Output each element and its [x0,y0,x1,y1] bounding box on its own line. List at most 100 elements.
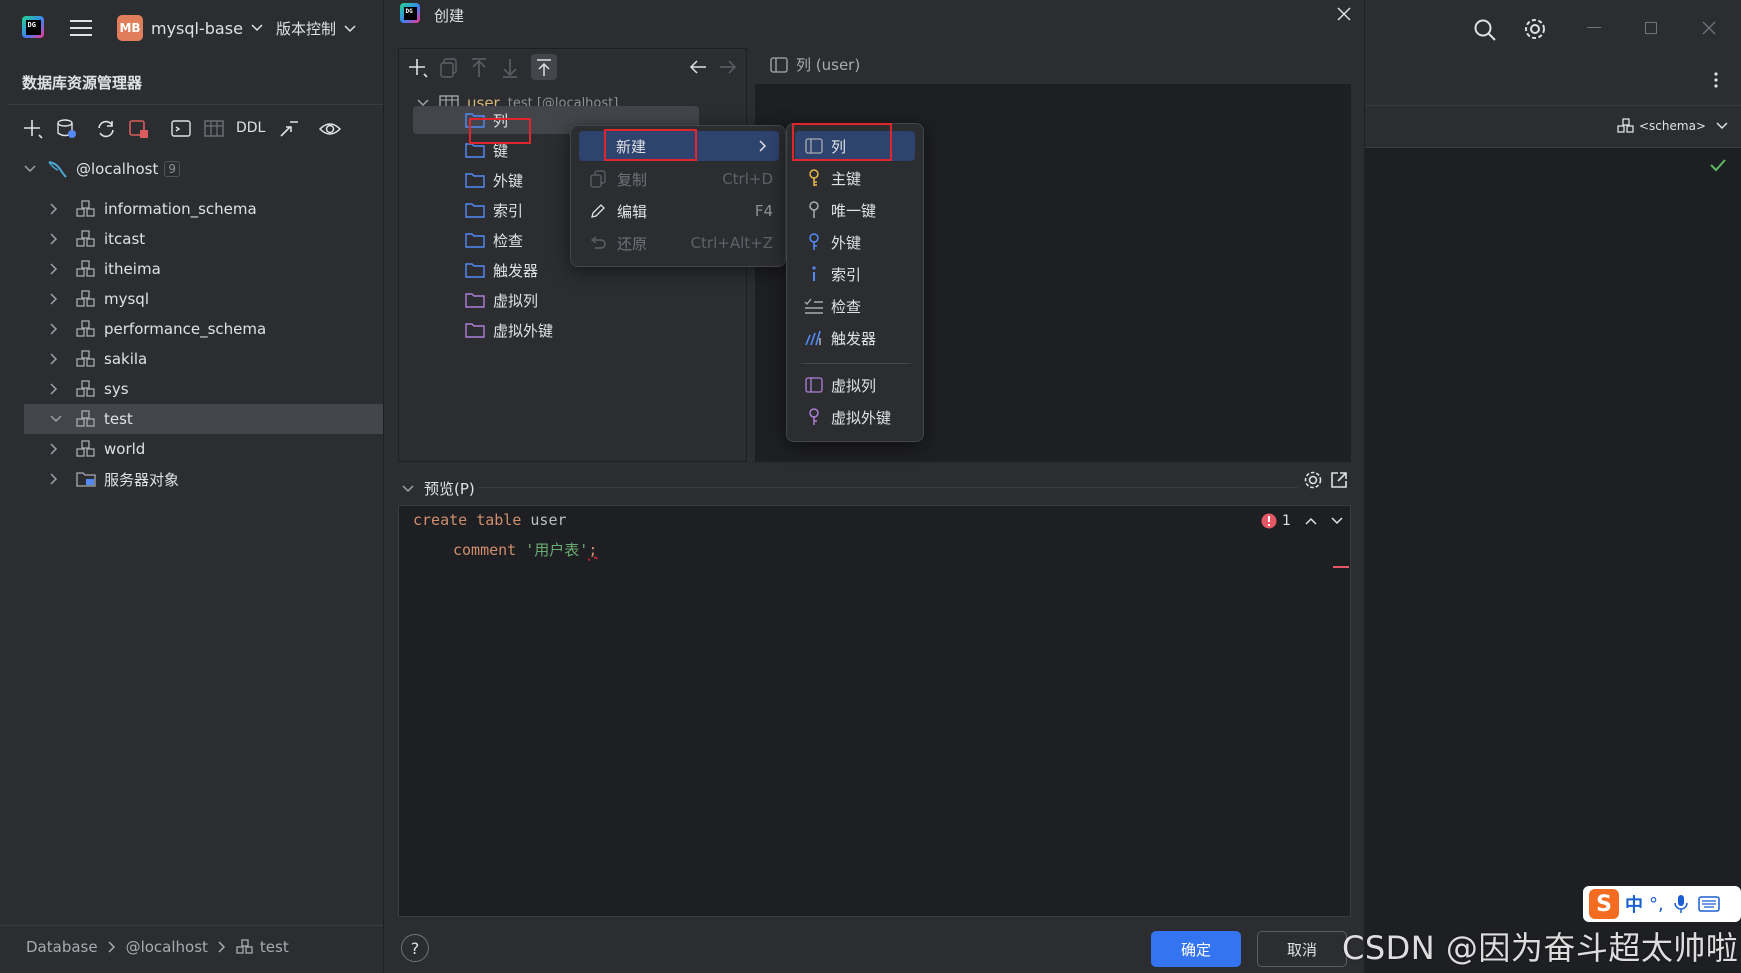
submenu-item-trigger[interactable]: 触发器 [795,323,915,353]
submenu-item-index[interactable]: 索引 [795,259,915,289]
schema-node[interactable]: sakila [24,344,147,374]
submenu-item-unique-key[interactable]: 唯一键 [795,195,915,225]
move-up-icon[interactable] [469,57,489,79]
folder-node[interactable]: 列 [465,106,508,134]
refresh-icon[interactable] [95,118,117,140]
search-icon[interactable] [1473,18,1497,42]
forward-arrow-icon[interactable] [719,59,737,75]
submenu-item-column[interactable]: 列 [795,131,915,161]
folder-icon [465,232,485,248]
submenu-item-primary-key[interactable]: 主键 [795,163,915,193]
menu-item-revert[interactable]: 还原 Ctrl+Alt+Z [579,228,779,258]
add-icon[interactable] [407,57,429,79]
ime-toolbar[interactable]: S 中 °, [1583,886,1741,922]
maximize-icon[interactable] [1645,22,1657,34]
chevron-down-icon[interactable] [1331,517,1343,525]
schema-node[interactable]: performance_schema [24,314,266,344]
microphone-icon[interactable] [1673,894,1688,914]
chevron-right-icon[interactable] [50,203,66,215]
chevron-right-icon[interactable] [50,353,66,365]
folder-node[interactable]: 虚拟列 [465,286,538,314]
back-arrow-icon[interactable] [689,59,707,75]
folder-node[interactable]: 索引 [465,196,523,224]
folder-label: 虚拟外键 [493,321,554,340]
breadcrumb-database[interactable]: Database [26,938,98,956]
ime-language[interactable]: 中 [1625,891,1643,917]
add-icon[interactable] [22,118,44,140]
sql-line-2: comment '用户表'; [453,539,597,560]
main-menu-icon[interactable] [70,18,92,38]
menu-item-new[interactable]: 新建 [579,131,779,161]
project-selector[interactable]: MB mysql-base [117,15,263,41]
chevron-right-icon[interactable] [50,293,66,305]
sql-keyword: create [413,511,468,529]
chevron-down-icon [24,165,36,173]
breadcrumb-connection[interactable]: @localhost [126,938,208,956]
datasource-properties-icon[interactable] [56,118,78,140]
preview-toggle[interactable]: 预览(P) [402,478,475,499]
schema-name: itcast [104,230,146,248]
schema-icon [76,350,96,368]
more-vertical-icon[interactable] [1714,72,1718,88]
project-badge: MB [117,15,143,41]
folder-node[interactable]: 检查 [465,226,523,254]
help-button[interactable]: ? [401,934,429,962]
connection-name: @localhost [76,160,159,178]
chevron-up-icon[interactable] [1305,517,1317,525]
folder-icon [465,172,485,188]
schema-node[interactable]: world [24,434,145,464]
disconnect-icon[interactable] [128,118,150,140]
connection-node[interactable]: @localhost 9 [24,154,180,184]
submenu-item-virtual-foreign-key[interactable]: 虚拟外键 [795,402,915,432]
chevron-right-icon[interactable] [50,473,66,485]
chevron-right-icon[interactable] [50,443,66,455]
cancel-button[interactable]: 取消 [1257,931,1347,967]
schema-node[interactable]: mysql [24,284,149,314]
schema-node[interactable]: itcast [24,224,145,254]
close-icon[interactable] [1337,7,1351,21]
folder-node[interactable]: 触发器 [465,256,538,284]
close-window-icon[interactable] [1702,21,1716,35]
ok-button[interactable]: 确定 [1151,931,1241,967]
submenu-item-check[interactable]: 检查 [795,291,915,321]
chevron-right-icon[interactable] [50,323,66,335]
console-icon[interactable] [170,118,192,140]
new-submenu: 列主键 唯一键 外键 索引 检查 触发器虚拟列 虚拟外键 [786,123,924,442]
jump-icon[interactable] [278,118,300,140]
schema-node[interactable]: 服务器对象 [24,464,179,494]
menu-item-copy[interactable]: 复制 Ctrl+D [579,164,779,194]
error-indicator[interactable]: 1 [1261,513,1343,529]
chevron-right-icon[interactable] [50,383,66,395]
minimize-icon[interactable] [1587,27,1601,28]
folder-node[interactable]: 键 [465,136,508,164]
ddl-button[interactable]: DDL [236,120,265,136]
schema-selector[interactable]: <schema> [1617,118,1728,134]
keyboard-icon[interactable] [1697,896,1720,912]
submenu-item-foreign-key[interactable]: 外键 [795,227,915,257]
folder-node[interactable]: 外键 [465,166,523,194]
gear-icon[interactable] [1523,17,1547,41]
table-icon[interactable] [203,118,225,140]
schema-name: world [104,440,146,458]
copy-icon[interactable] [439,57,459,79]
schema-node[interactable]: information_schema [24,194,257,224]
folder-node[interactable]: 虚拟外键 [465,316,553,344]
move-down-icon[interactable] [500,57,520,79]
open-external-icon[interactable] [1330,471,1348,489]
eye-icon[interactable] [318,118,342,140]
schema-node[interactable]: itheima [24,254,161,284]
chevron-down-icon[interactable] [50,415,66,423]
chevron-right-icon[interactable] [50,233,66,245]
chevron-right-icon[interactable] [50,263,66,275]
breadcrumb-schema[interactable]: test [260,938,289,956]
menu-item-edit[interactable]: 编辑 F4 [579,196,779,226]
schema-node[interactable]: test [24,404,383,434]
gear-icon[interactable] [1303,470,1323,490]
punctuation-icon[interactable]: °, [1649,894,1664,915]
submenu-item-virtual-column[interactable]: 虚拟列 [795,370,915,400]
schema-icon [76,290,96,308]
vcs-menu[interactable]: 版本控制 [276,18,356,39]
schema-node[interactable]: sys [24,374,129,404]
sql-preview-editor[interactable]: create table user comment '用户表'; 1 [398,505,1351,917]
move-top-icon[interactable] [531,54,557,80]
